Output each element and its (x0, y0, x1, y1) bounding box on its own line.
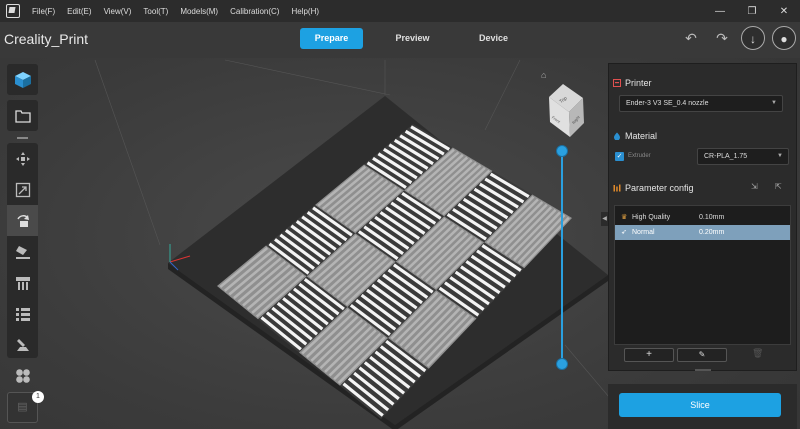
profile-layer-height: 0.20mm (699, 229, 725, 236)
app-window: File(F) Edit(E) View(V) Tool(T) Models(M… (0, 0, 800, 429)
scale-icon[interactable] (7, 174, 38, 205)
edit-toolbar (7, 143, 38, 383)
panel-resize-grip[interactable] (695, 369, 711, 371)
profile-row-high-quality[interactable]: ♛ High Quality 0.10mm (615, 210, 790, 225)
notification-badge: 1 (32, 391, 44, 403)
tab-device[interactable]: Device (462, 28, 525, 49)
material-selected: CR-PLA_1.75 (704, 153, 748, 160)
arrange-icon[interactable] (7, 360, 38, 391)
printer-select[interactable]: Ender-3 V3 SE_0.4 nozzle ▼ (619, 95, 783, 112)
parameter-section-title: Parameter config (613, 183, 694, 193)
window-controls: — ❐ ✕ (704, 0, 800, 22)
collapse-panel-button[interactable]: ◀ (601, 212, 608, 226)
open-file-tool[interactable] (7, 100, 38, 131)
lay-flat-icon[interactable] (7, 236, 38, 267)
checkerboard-model[interactable] (217, 124, 572, 419)
profile-name: High Quality (632, 214, 671, 221)
material-title: Material (625, 131, 658, 141)
minimize-icon[interactable]: — (704, 6, 736, 17)
cube-add-icon[interactable] (7, 64, 38, 95)
app-title: Creality_Print (4, 31, 89, 47)
material-section-title: Material (613, 131, 657, 141)
title-bar: Creality_Print Prepare Preview Device ↶ … (0, 22, 800, 58)
add-model-tool[interactable] (7, 64, 38, 95)
parameter-icon (613, 184, 621, 192)
menu-help[interactable]: Help(H) (291, 7, 319, 16)
main-tabs: Prepare Preview Device (300, 28, 543, 49)
printer-section-title: Printer (613, 78, 652, 88)
printer-title: Printer (625, 78, 652, 88)
rocket-icon: ➶ (621, 229, 627, 236)
menu-bar: File(F) Edit(E) View(V) Tool(T) Models(M… (0, 0, 800, 22)
orientation-cube[interactable]: Top Front Right (549, 84, 584, 137)
folder-open-icon[interactable] (7, 100, 38, 131)
import-icon[interactable]: ⇲ (751, 182, 758, 191)
menu-models[interactable]: Models(M) (180, 7, 218, 16)
rotate-icon[interactable] (7, 205, 38, 236)
chevron-down-icon: ▼ (777, 153, 783, 159)
move-icon[interactable] (7, 143, 38, 174)
profile-row-normal[interactable]: ➶ Normal 0.20mm (615, 225, 790, 240)
tab-preview[interactable]: Preview (381, 28, 444, 49)
parameter-title: Parameter config (625, 183, 694, 193)
menu-edit[interactable]: Edit(E) (67, 7, 91, 16)
slice-area: Slice (608, 384, 797, 429)
printer-icon (613, 79, 621, 87)
extruder-label: Extruder (628, 153, 651, 159)
add-profile-button[interactable]: + (624, 348, 674, 362)
layer-slider-track[interactable] (561, 151, 563, 364)
material-icon (614, 132, 620, 140)
restore-icon[interactable]: ❐ (736, 6, 768, 17)
list-icon[interactable] (7, 298, 38, 329)
redo-icon[interactable]: ↷ (710, 26, 734, 50)
export-icon[interactable]: ⇱ (775, 182, 782, 191)
layer-slider-bottom-handle[interactable] (556, 358, 568, 370)
toolbar-grip[interactable] (17, 137, 28, 139)
user-icon[interactable]: ● (772, 26, 796, 50)
layer-slider-top-handle[interactable] (556, 145, 568, 157)
creality-logo-icon (6, 4, 20, 18)
support-icon[interactable] (7, 267, 38, 298)
delete-profile-icon[interactable]: 🗑 (752, 348, 763, 359)
profile-name: Normal (632, 229, 655, 236)
paint-icon[interactable] (7, 329, 38, 360)
home-view-icon[interactable]: ⌂ (541, 70, 546, 80)
edit-profile-button[interactable]: ✎ (677, 348, 727, 362)
download-icon[interactable]: ↓ (741, 26, 765, 50)
printer-selected: Ender-3 V3 SE_0.4 nozzle (626, 100, 709, 107)
profile-list: ♛ High Quality 0.10mm ➶ Normal 0.20mm (614, 205, 791, 345)
top-actions: ↶ ↷ ↓ ● (672, 26, 796, 50)
profile-layer-height: 0.10mm (699, 214, 725, 221)
menu-view[interactable]: View(V) (104, 7, 132, 16)
undo-icon[interactable]: ↶ (679, 26, 703, 50)
chevron-down-icon: ▼ (771, 100, 777, 106)
menu-file[interactable]: File(F) (32, 7, 55, 16)
settings-panel: Printer Ender-3 V3 SE_0.4 nozzle ▼ Mater… (608, 63, 797, 371)
material-select[interactable]: CR-PLA_1.75 ▼ (697, 148, 789, 165)
slice-button[interactable]: Slice (619, 393, 781, 417)
menu-tool[interactable]: Tool(T) (143, 7, 168, 16)
menu-calibration[interactable]: Calibration(C) (230, 7, 279, 16)
tab-prepare[interactable]: Prepare (300, 28, 363, 49)
crown-icon: ♛ (621, 214, 628, 221)
extruder-checkbox[interactable]: ✓ (615, 152, 624, 161)
close-icon[interactable]: ✕ (768, 6, 800, 17)
